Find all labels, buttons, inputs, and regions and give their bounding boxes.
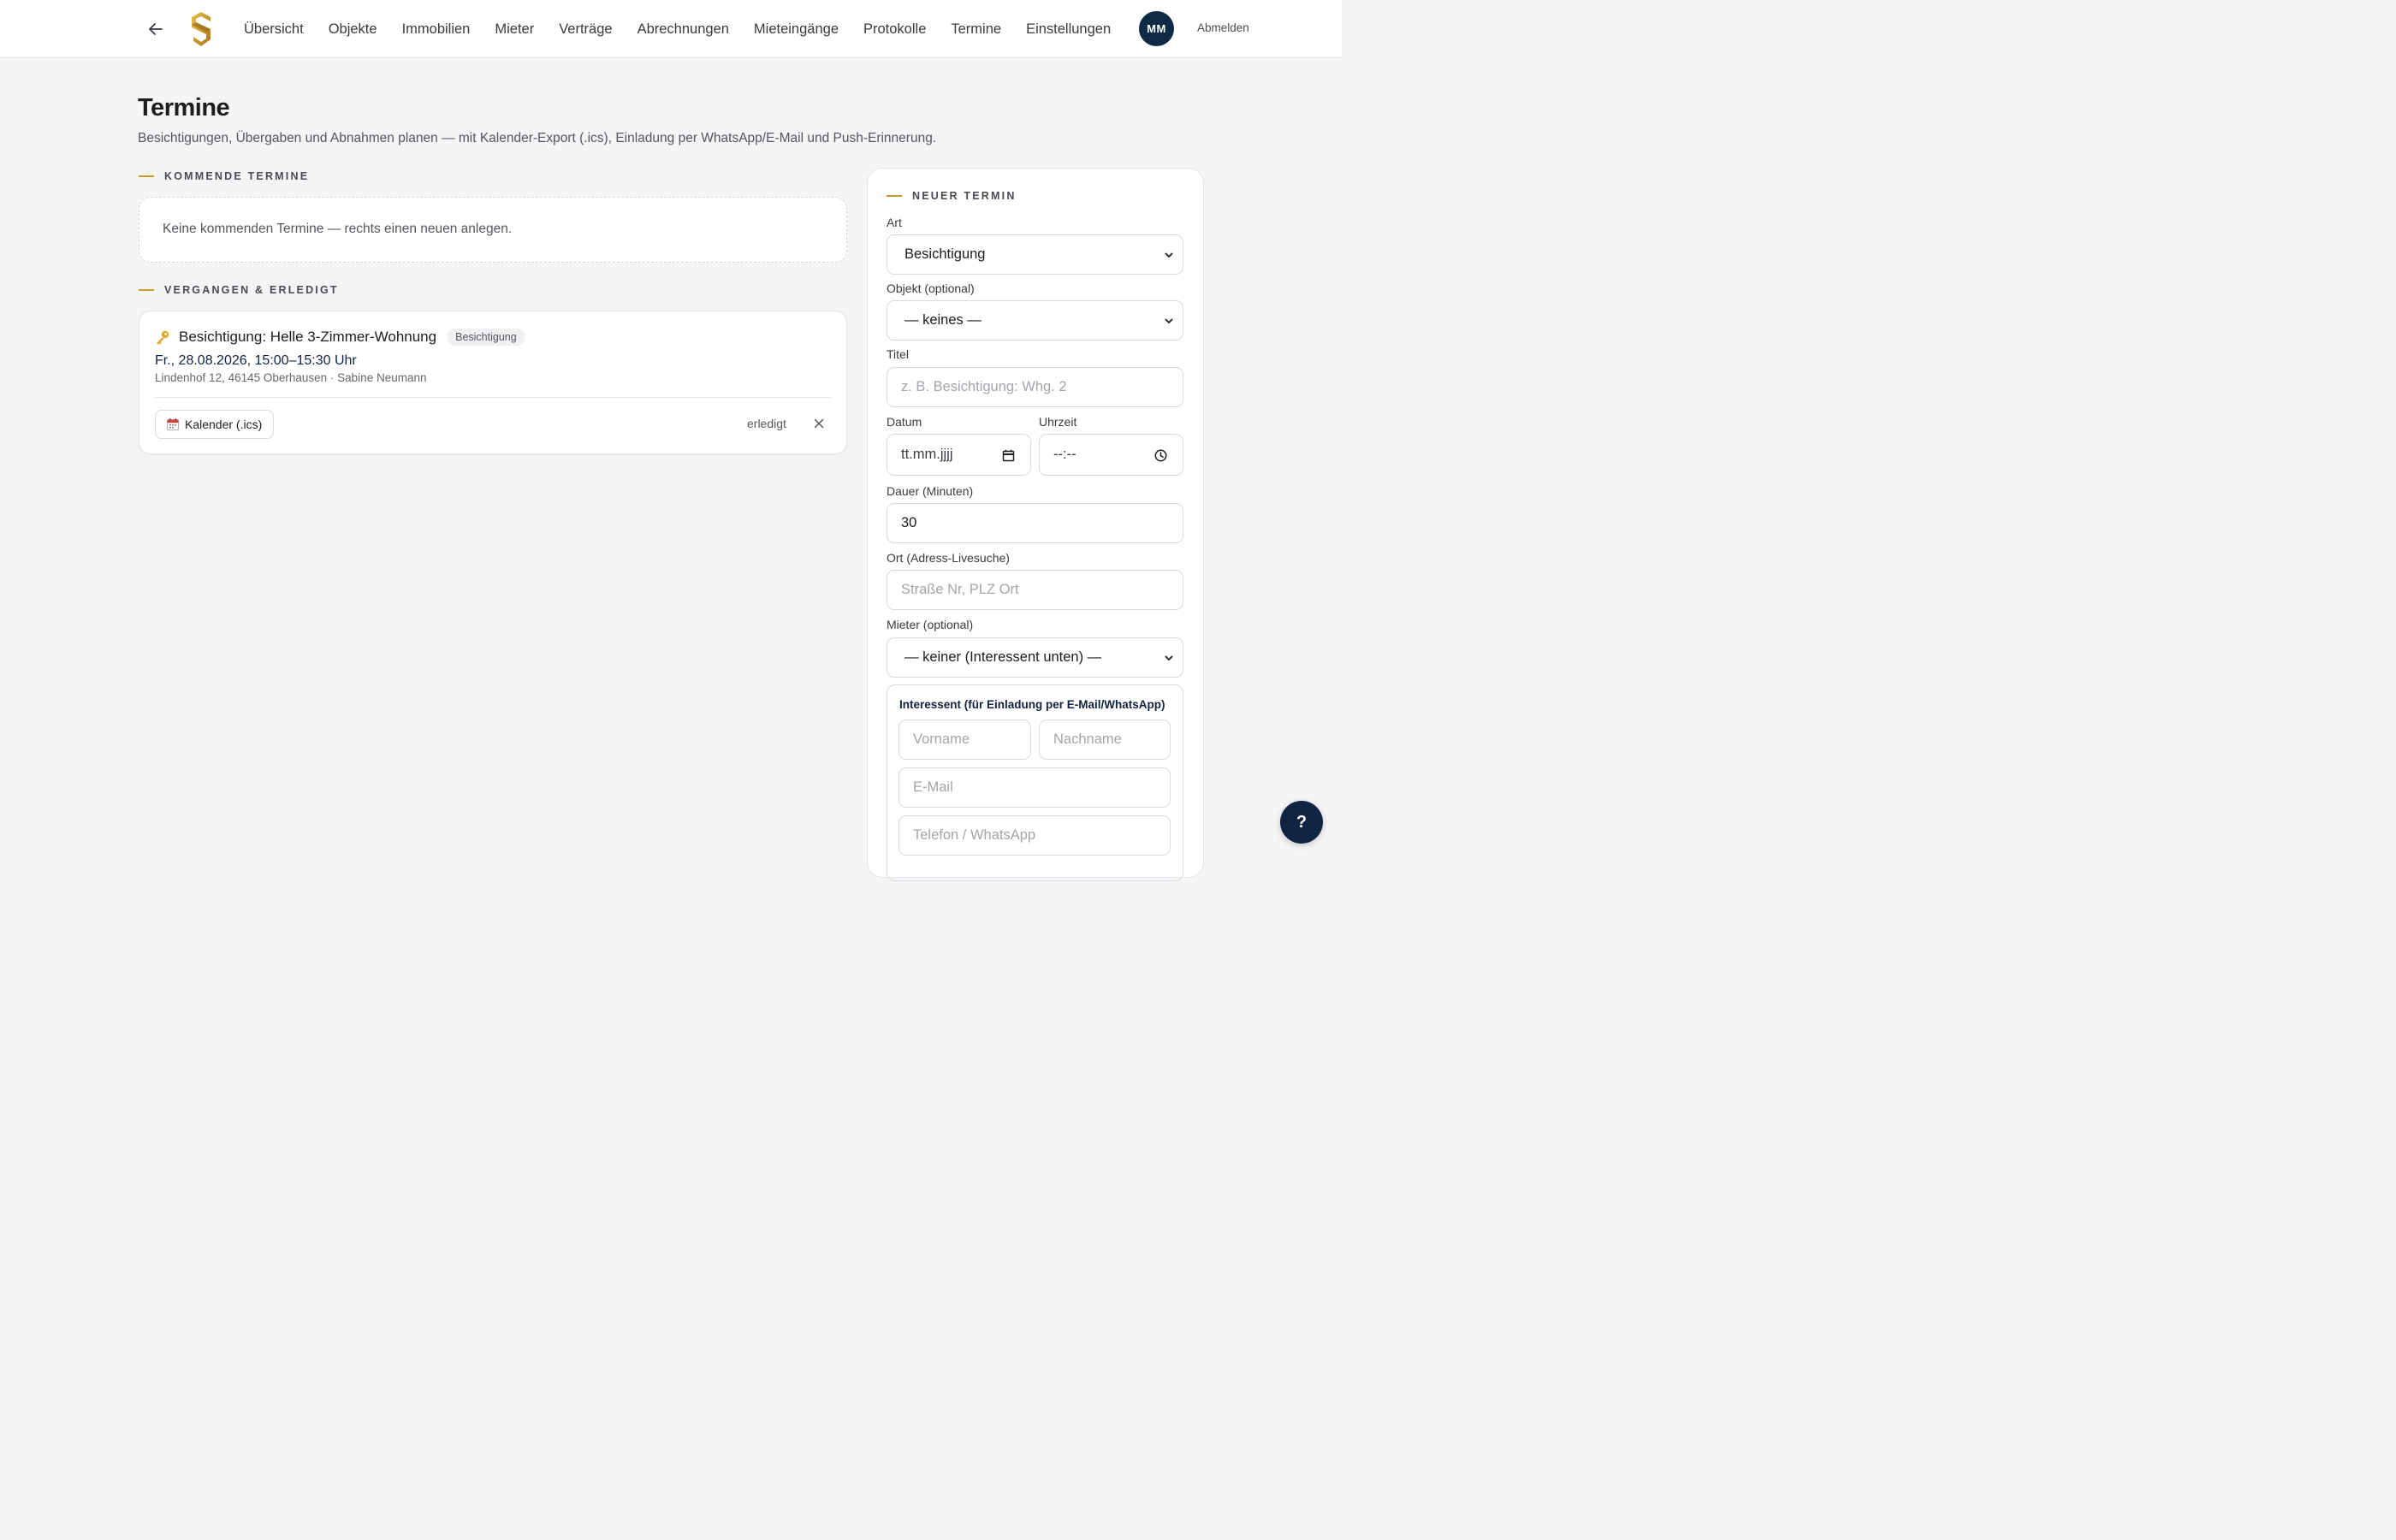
dauer-input[interactable]: 30 [887, 503, 1183, 543]
vorname-input[interactable]: Vorname [898, 720, 1031, 760]
nav-item-termine[interactable]: Termine [951, 21, 1001, 38]
section-dash [139, 175, 154, 177]
event-title[interactable]: Besichtigung: Helle 3-Zimmer-Wohnung [179, 329, 436, 346]
past-section-label: VERGANGEN & ERLEDIGT [139, 284, 339, 296]
done-button[interactable]: erledigt [747, 417, 786, 430]
art-label: Art [887, 216, 902, 229]
section-dash [887, 195, 902, 197]
calendar-icon[interactable] [1002, 449, 1015, 462]
nav-item-vertraege[interactable]: Verträge [559, 21, 612, 38]
page-title: Termine [138, 94, 230, 121]
event-divider [155, 397, 831, 398]
new-appointment-section-label: NEUER TERMIN [887, 190, 1017, 202]
nav-item-objekte[interactable]: Objekte [329, 21, 377, 38]
main-nav: Übersicht Objekte Immobilien Mieter Vert… [244, 0, 1111, 58]
nav-item-mieter[interactable]: Mieter [495, 21, 534, 38]
mieter-label: Mieter (optional) [887, 618, 974, 631]
nav-item-einstellungen[interactable]: Einstellungen [1026, 21, 1111, 38]
upcoming-empty-card: Keine kommenden Termine — rechts einen n… [139, 197, 847, 263]
event-datetime: Fr., 28.08.2026, 15:00–15:30 Uhr [155, 353, 357, 368]
event-header: Besichtigung: Helle 3-Zimmer-Wohnung Bes… [155, 329, 525, 346]
new-appointment-section-text: NEUER TERMIN [912, 190, 1017, 202]
upcoming-section-label: KOMMENDE TERMINE [139, 170, 309, 182]
close-icon[interactable] [812, 417, 826, 430]
event-card: Besichtigung: Helle 3-Zimmer-Wohnung Bes… [139, 311, 847, 454]
top-navigation-bar: Übersicht Objekte Immobilien Mieter Vert… [0, 0, 1342, 58]
datum-label: Datum [887, 415, 922, 429]
user-avatar[interactable]: MM [1139, 11, 1174, 46]
titel-input[interactable]: z. B. Besichtigung: Whg. 2 [887, 367, 1183, 407]
uhrzeit-input[interactable]: --:-- [1039, 434, 1183, 476]
logout-link[interactable]: Abmelden [1197, 21, 1249, 34]
email-input[interactable]: E-Mail [898, 767, 1171, 808]
chevron-down-icon [1165, 655, 1173, 660]
interessent-title: Interessent (für Einladung per E-Mail/Wh… [899, 698, 1165, 711]
ort-input[interactable]: Straße Nr, PLZ Ort [887, 570, 1183, 610]
upcoming-section-text: KOMMENDE TERMINE [164, 170, 310, 182]
mieter-select-value: — keiner (Interessent unten) — [904, 649, 1102, 665]
uhrzeit-label: Uhrzeit [1039, 415, 1077, 429]
clock-icon[interactable] [1154, 449, 1167, 462]
datum-placeholder: tt.mm.jjjj [901, 447, 953, 462]
nav-item-mieteingaenge[interactable]: Mieteingänge [754, 21, 839, 38]
datum-input[interactable]: tt.mm.jjjj [887, 434, 1031, 476]
calendar-ics-button[interactable]: Kalender (.ics) [155, 410, 275, 439]
page-subtitle: Besichtigungen, Übergaben und Abnahmen p… [138, 131, 937, 145]
calendar-ics-label: Kalender (.ics) [185, 418, 263, 431]
event-meta: Lindenhof 12, 46145 Oberhausen · Sabine … [155, 371, 427, 384]
dauer-label: Dauer (Minuten) [887, 484, 974, 498]
telefon-input[interactable]: Telefon / WhatsApp [898, 815, 1171, 856]
mieter-select[interactable]: — keiner (Interessent unten) — [887, 637, 1183, 678]
section-dash [139, 289, 154, 291]
nav-item-protokolle[interactable]: Protokolle [863, 21, 926, 38]
past-section-text: VERGANGEN & ERLEDIGT [164, 284, 339, 296]
help-button[interactable]: ? [1280, 801, 1323, 844]
objekt-select[interactable]: — keines — [887, 300, 1183, 341]
calendar-icon [167, 418, 179, 430]
key-icon [157, 330, 169, 345]
objekt-select-value: — keines — [904, 312, 982, 328]
event-type-badge: Besichtigung [448, 329, 525, 346]
brand-logo-icon[interactable] [190, 10, 216, 48]
nachname-input[interactable]: Nachname [1039, 720, 1171, 760]
nav-item-abrechnungen[interactable]: Abrechnungen [638, 21, 729, 38]
art-select-value: Besichtigung [904, 246, 986, 262]
nav-item-immobilien[interactable]: Immobilien [402, 21, 471, 38]
back-arrow-icon[interactable] [145, 19, 166, 39]
objekt-label: Objekt (optional) [887, 281, 975, 295]
uhrzeit-placeholder: --:-- [1053, 447, 1076, 462]
chevron-down-icon [1165, 318, 1173, 323]
art-select[interactable]: Besichtigung [887, 234, 1183, 275]
ort-label: Ort (Adress-Livesuche) [887, 551, 1010, 565]
titel-label: Titel [887, 347, 909, 361]
nav-item-uebersicht[interactable]: Übersicht [244, 21, 304, 38]
chevron-down-icon [1165, 252, 1173, 258]
